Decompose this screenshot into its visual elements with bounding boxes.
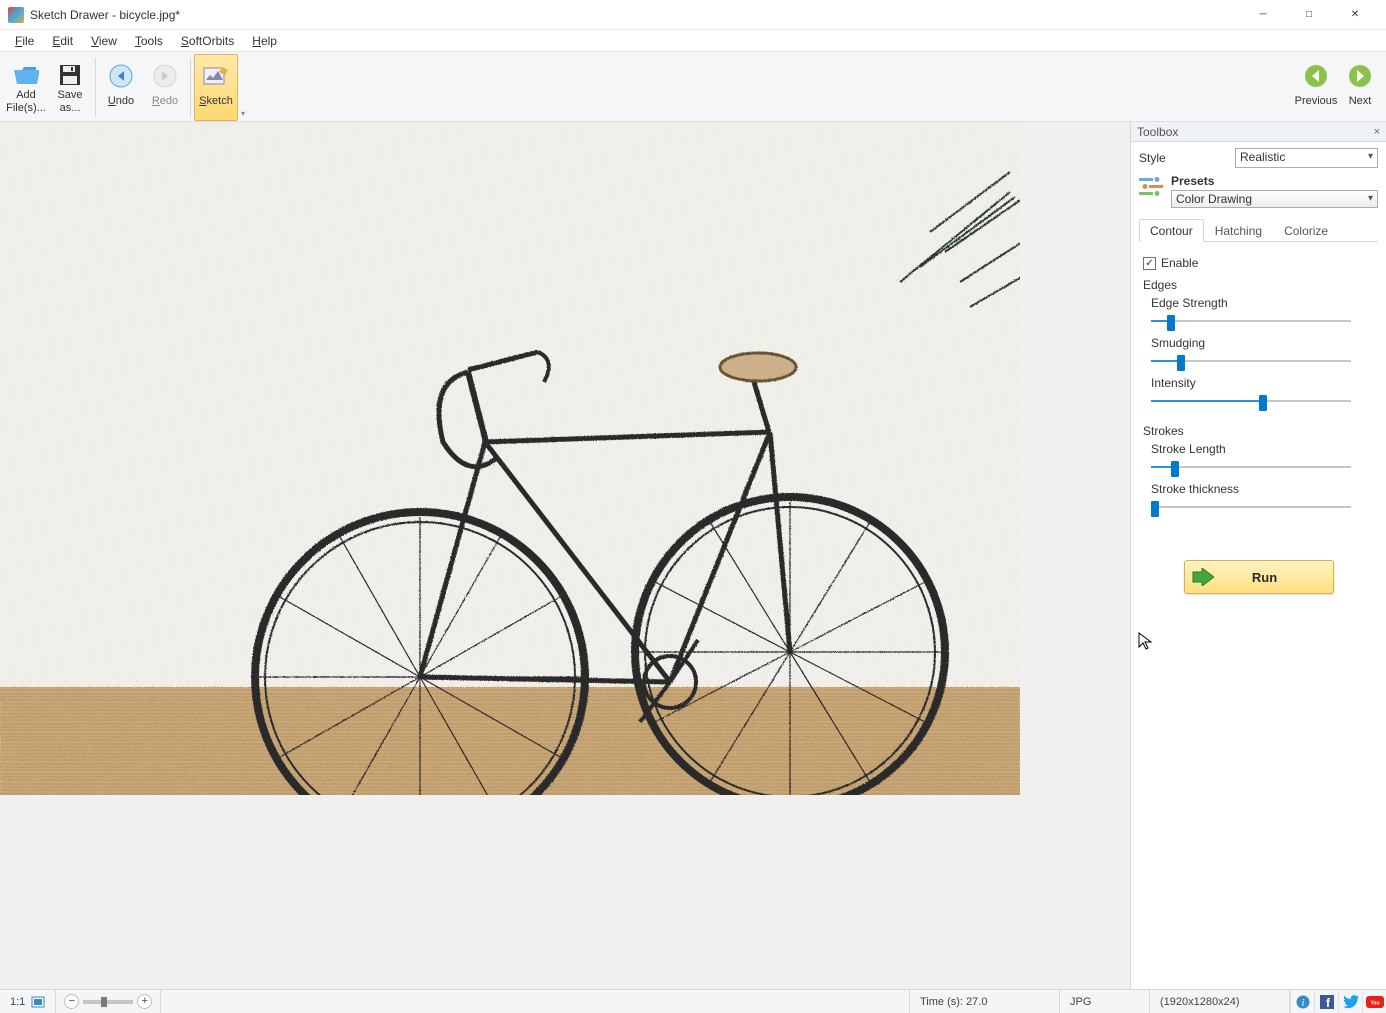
tab-hatching[interactable]: Hatching — [1204, 219, 1273, 242]
toolbox-title: Toolbox — [1137, 125, 1178, 139]
next-label: Next — [1349, 90, 1372, 114]
previous-icon — [1302, 62, 1330, 90]
menubar: File Edit View Tools SoftOrbits Help — [0, 30, 1386, 52]
stroke-thickness-slider[interactable] — [1151, 498, 1351, 516]
next-icon — [1346, 62, 1374, 90]
next-button[interactable]: Next — [1338, 54, 1382, 121]
minimize-button[interactable]: ─ — [1240, 0, 1286, 30]
app-icon — [8, 7, 24, 23]
close-button[interactable]: ✕ — [1332, 0, 1378, 30]
toolbox-panel: Toolbox × Style Realistic Presets Color … — [1130, 122, 1386, 989]
run-arrow-icon — [1191, 565, 1215, 589]
style-dropdown[interactable]: Realistic — [1235, 148, 1378, 168]
statusbar: 1:1 − + Time (s): 27.0 JPG (1920x1280x24… — [0, 989, 1386, 1013]
toolbar-overflow[interactable]: ▾ — [238, 54, 248, 122]
presets-dropdown[interactable]: Color Drawing — [1171, 190, 1378, 208]
undo-button[interactable]: Undo — [99, 54, 143, 121]
run-label: Run — [1215, 570, 1333, 585]
previous-button[interactable]: Previous — [1294, 54, 1338, 121]
menu-softorbits[interactable]: SoftOrbits — [172, 32, 243, 50]
window-title: Sketch Drawer - bicycle.jpg* — [30, 8, 1240, 22]
edge-strength-slider[interactable] — [1151, 312, 1351, 330]
previous-label: Previous — [1295, 90, 1338, 114]
stroke-thickness-label: Stroke thickness — [1151, 482, 1374, 496]
twitter-icon[interactable] — [1338, 990, 1362, 1013]
zoom-control: − + — [56, 990, 161, 1013]
menu-edit[interactable]: Edit — [43, 32, 82, 50]
presets-icon — [1139, 174, 1163, 198]
redo-button[interactable]: Redo — [143, 54, 187, 121]
sketch-preview — [0, 122, 1020, 795]
toolbar: Add File(s)... Save as... Undo Redo Sket… — [0, 52, 1386, 122]
status-dimensions: (1920x1280x24) — [1150, 990, 1290, 1013]
menu-help[interactable]: Help — [243, 32, 286, 50]
enable-checkbox[interactable]: ✓ Enable — [1143, 256, 1374, 270]
status-spacer — [161, 990, 910, 1013]
toolbox-header: Toolbox × — [1131, 122, 1386, 142]
add-files-label: Add File(s)... — [6, 89, 46, 113]
zoom-ratio[interactable]: 1:1 — [0, 990, 56, 1013]
menu-file[interactable]: File — [6, 32, 43, 50]
toolbar-separator — [95, 58, 96, 117]
info-icon[interactable]: i — [1290, 990, 1314, 1013]
fit-screen-icon — [31, 996, 45, 1008]
youtube-icon[interactable]: You — [1362, 990, 1386, 1013]
stroke-length-slider[interactable] — [1151, 458, 1351, 476]
tab-colorize[interactable]: Colorize — [1273, 219, 1339, 242]
run-button[interactable]: Run — [1184, 560, 1334, 594]
facebook-icon[interactable]: f — [1314, 990, 1338, 1013]
zoom-out-button[interactable]: − — [64, 994, 79, 1009]
smudging-slider[interactable] — [1151, 352, 1351, 370]
sketch-button[interactable]: Sketch — [194, 54, 238, 121]
sketch-label: Sketch — [199, 90, 233, 114]
save-as-button[interactable]: Save as... — [48, 54, 92, 121]
toolbox-close-button[interactable]: × — [1374, 126, 1380, 138]
tab-contour[interactable]: Contour — [1139, 219, 1204, 242]
status-time: Time (s): 27.0 — [910, 990, 1060, 1013]
canvas-area[interactable] — [0, 122, 1130, 989]
status-format: JPG — [1060, 990, 1150, 1013]
undo-label: Undo — [108, 90, 134, 114]
titlebar: Sketch Drawer - bicycle.jpg* ─ □ ✕ — [0, 0, 1386, 30]
svg-text:You: You — [1370, 1000, 1379, 1006]
redo-icon — [151, 62, 179, 90]
floppy-icon — [56, 61, 84, 89]
intensity-slider[interactable] — [1151, 392, 1351, 410]
contour-pane: ✓ Enable Edges Edge Strength Smudging In… — [1139, 248, 1378, 602]
undo-icon — [107, 62, 135, 90]
zoom-in-button[interactable]: + — [137, 994, 152, 1009]
menu-view[interactable]: View — [82, 32, 126, 50]
intensity-label: Intensity — [1151, 376, 1374, 390]
strokes-section-label: Strokes — [1143, 424, 1374, 438]
toolbox-tabs: Contour Hatching Colorize — [1139, 218, 1378, 242]
smudging-label: Smudging — [1151, 336, 1374, 350]
maximize-button[interactable]: □ — [1286, 0, 1332, 30]
svg-text:i: i — [1301, 998, 1304, 1009]
add-files-button[interactable]: Add File(s)... — [4, 54, 48, 121]
toolbar-separator — [190, 58, 191, 117]
stroke-length-label: Stroke Length — [1151, 442, 1374, 456]
zoom-slider[interactable] — [83, 1000, 133, 1004]
presets-label: Presets — [1171, 174, 1378, 188]
enable-label: Enable — [1161, 256, 1198, 270]
edge-strength-label: Edge Strength — [1151, 296, 1374, 310]
redo-label: Redo — [152, 90, 178, 114]
style-label: Style — [1139, 151, 1229, 165]
edges-section-label: Edges — [1143, 278, 1374, 292]
folder-open-icon — [12, 61, 40, 89]
checkbox-icon: ✓ — [1143, 257, 1156, 270]
save-as-label: Save as... — [57, 89, 82, 113]
sketch-icon — [202, 62, 230, 90]
menu-tools[interactable]: Tools — [126, 32, 172, 50]
